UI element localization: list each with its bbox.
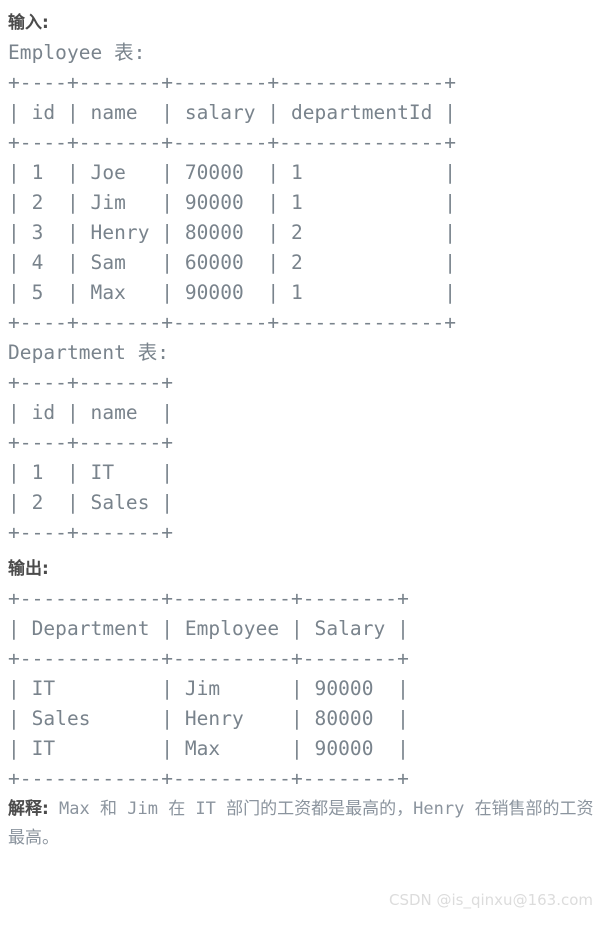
department-table-row: | 1 | IT | (8, 461, 174, 484)
department-table-top-border: +----+-------+ (8, 371, 174, 394)
document-body: 输入: Employee 表: +----+-------+--------+-… (0, 0, 605, 925)
output-table-header-separator: +------------+----------+--------+ (8, 647, 409, 670)
output-table-row: | Sales | Henry | 80000 | (8, 707, 409, 730)
employee-table-header-row: | id | name | salary | departmentId | (8, 101, 457, 124)
employee-table-label: Employee 表: (8, 41, 146, 64)
employee-table-top-border: +----+-------+--------+--------------+ (8, 71, 457, 94)
employee-table-bottom-border: +----+-------+--------+--------------+ (8, 311, 457, 334)
employee-table-row: | 2 | Jim | 90000 | 1 | (8, 191, 457, 214)
department-ascii-table: +----+-------+ | id | name | +----+-----… (8, 368, 605, 548)
employee-table-row: | 1 | Joe | 70000 | 1 | (8, 161, 457, 184)
employee-ascii-table: +----+-------+--------+--------------+ |… (8, 68, 605, 338)
department-table-bottom-border: +----+-------+ (8, 521, 174, 544)
explanation-text-5: IT (185, 799, 227, 819)
department-table-header-separator: +----+-------+ (8, 431, 174, 454)
explanation-text-6: 部门的工资都是最高的， (226, 799, 414, 819)
explanation-paragraph: 解释: Max 和 Jim 在 IT 部门的工资都是最高的，Henry 在销售部… (8, 795, 598, 853)
output-table-row: | IT | Jim | 90000 | (8, 677, 409, 700)
output-ascii-table: +------------+----------+--------+ | Dep… (8, 584, 605, 794)
explanation-text-4: 在 (168, 799, 186, 819)
explanation-text-1: Max (48, 799, 100, 819)
employee-table-row: | 3 | Henry | 80000 | 2 | (8, 221, 457, 244)
employee-table-row: | 5 | Max | 90000 | 1 | (8, 281, 457, 304)
output-table-bottom-border: +------------+----------+--------+ (8, 767, 409, 790)
csdn-watermark: CSDN @is_qinxu@163.com (388, 891, 593, 909)
explanation-text-2: 和 (100, 799, 117, 819)
employee-table-header-separator: +----+-------+--------+--------------+ (8, 131, 457, 154)
department-table-row: | 2 | Sales | (8, 491, 174, 514)
explanation-lead: 解释: (8, 799, 49, 819)
explanation-text-3: Jim (117, 799, 169, 819)
department-table-header-row: | id | name | (8, 401, 174, 424)
output-section-heading: 输出: (8, 559, 49, 579)
output-table-header-row: | Department | Employee | Salary | (8, 617, 409, 640)
output-table-row: | IT | Max | 90000 | (8, 737, 409, 760)
employee-table-row: | 4 | Sam | 60000 | 2 | (8, 251, 457, 274)
input-section-heading: 输入: (8, 13, 49, 33)
department-table-label: Department 表: (8, 341, 170, 364)
output-table-top-border: +------------+----------+--------+ (8, 587, 409, 610)
explanation-text-7: Henry (413, 799, 475, 819)
